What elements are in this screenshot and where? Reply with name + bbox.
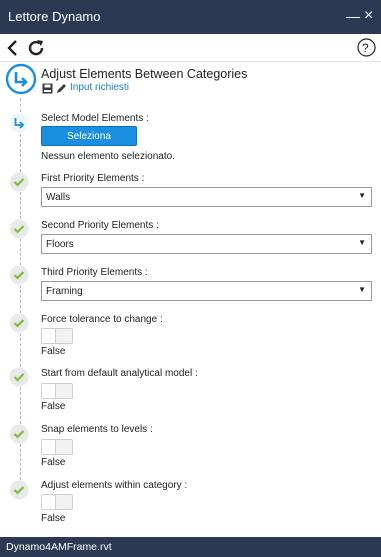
- step-connector: [20, 285, 21, 313]
- step-complete-check-icon: [9, 367, 29, 387]
- step-connector: [20, 192, 21, 219]
- step-connector: [20, 98, 21, 112]
- dropdown-arrow-icon: ▼: [358, 285, 366, 294]
- second-priority-label: Second Priority Elements :: [41, 220, 159, 231]
- step-complete-check-icon: [9, 219, 29, 239]
- select-elements-button[interactable]: Seleziona: [41, 126, 137, 146]
- force-tolerance-label: Force tolerance to change :: [41, 314, 163, 325]
- force-tolerance-value: False: [41, 346, 66, 357]
- step-pending-icon: [9, 113, 29, 133]
- toggle-knob: [42, 440, 56, 454]
- edit-pencil-icon[interactable]: [56, 83, 67, 94]
- save-icon[interactable]: [42, 83, 53, 94]
- dropdown-arrow-icon: ▼: [358, 238, 366, 247]
- selection-status-text: Nessun elemento selezionato.: [41, 151, 175, 162]
- third-priority-value: Framing: [46, 286, 83, 297]
- third-priority-dropdown[interactable]: Framing ▼: [41, 281, 372, 301]
- toggle-knob: [42, 384, 56, 398]
- run-script-icon[interactable]: [5, 63, 37, 95]
- step-complete-check-icon: [9, 480, 29, 500]
- status-bar: Dynamo4AMFrame.rvt: [0, 537, 381, 557]
- step-complete-check-icon: [9, 172, 29, 192]
- step-connector: [20, 239, 21, 265]
- step-complete-check-icon: [9, 424, 29, 444]
- step-connector: [20, 134, 21, 172]
- refresh-icon[interactable]: [26, 38, 46, 58]
- dropdown-arrow-icon: ▼: [358, 191, 366, 200]
- start-default-model-label: Start from default analytical model :: [41, 368, 198, 379]
- window-titlebar: Lettore Dynamo — ×: [0, 0, 381, 34]
- third-priority-label: Third Priority Elements :: [41, 267, 148, 278]
- force-tolerance-toggle[interactable]: [41, 328, 73, 344]
- step-complete-check-icon: [9, 313, 29, 333]
- inputs-required-label: Input richiesti: [70, 82, 129, 93]
- step-connector: [20, 333, 21, 367]
- close-button[interactable]: ×: [364, 6, 373, 26]
- select-model-elements-label: Select Model Elements :: [41, 113, 149, 124]
- document-name: Dynamo4AMFrame.rvt: [6, 541, 112, 553]
- adjust-within-category-label: Adjust elements within category :: [41, 480, 188, 491]
- first-priority-label: First Priority Elements :: [41, 173, 145, 184]
- minimize-button[interactable]: —: [346, 6, 360, 26]
- step-connector: [20, 387, 21, 424]
- snap-levels-value: False: [41, 457, 66, 468]
- help-label: ?: [362, 41, 369, 55]
- first-priority-dropdown[interactable]: Walls ▼: [41, 187, 372, 207]
- step-connector: [20, 444, 21, 480]
- start-default-model-toggle[interactable]: [41, 383, 73, 399]
- start-default-model-value: False: [41, 401, 66, 412]
- back-chevron-icon[interactable]: [5, 39, 19, 57]
- snap-levels-toggle[interactable]: [41, 439, 73, 455]
- first-priority-value: Walls: [46, 192, 71, 203]
- step-complete-check-icon: [9, 265, 29, 285]
- adjust-within-category-value: False: [41, 513, 66, 524]
- toggle-knob: [42, 495, 56, 509]
- second-priority-dropdown[interactable]: Floors ▼: [41, 234, 372, 254]
- window-title: Lettore Dynamo: [8, 9, 101, 24]
- snap-levels-label: Snap elements to levels :: [41, 424, 153, 435]
- script-title: Adjust Elements Between Categories: [41, 67, 248, 81]
- toggle-knob: [42, 329, 56, 343]
- toolbar: ?: [0, 34, 381, 62]
- adjust-within-category-toggle[interactable]: [41, 494, 73, 510]
- second-priority-value: Floors: [46, 239, 74, 250]
